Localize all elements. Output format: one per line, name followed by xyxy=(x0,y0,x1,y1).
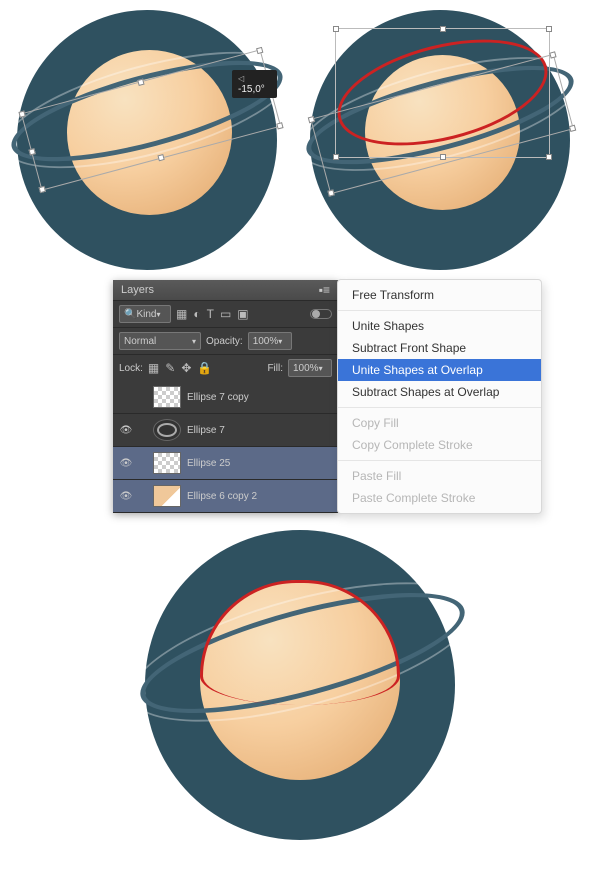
menu-item[interactable]: Subtract Front Shape xyxy=(338,337,541,359)
menu-item: Paste Complete Stroke xyxy=(338,487,541,509)
panel-menu-icon[interactable]: ▪≡ xyxy=(319,286,330,294)
layer-thumbnail[interactable] xyxy=(153,419,181,441)
context-menu: Free Transform Unite ShapesSubtract Front… xyxy=(337,279,542,514)
layer-list: Ellipse 7 copy 👁 Ellipse 7 👁 Ellipse 25 👁 Elli… xyxy=(113,381,338,513)
filter-type-icon[interactable]: T xyxy=(207,307,214,321)
fill-select[interactable]: 100% ▾ xyxy=(288,359,332,377)
opacity-label: Opacity: xyxy=(206,336,243,347)
panel-title-bar[interactable]: Layers ▪≡ xyxy=(113,280,338,300)
handle-n[interactable] xyxy=(137,79,144,86)
visibility-icon[interactable]: 👁 xyxy=(119,425,133,436)
menu-item[interactable]: Unite Shapes xyxy=(338,315,541,337)
menu-item: Paste Fill xyxy=(338,465,541,487)
filter-smart-icon[interactable]: ▣ xyxy=(237,307,248,321)
visibility-icon[interactable]: 👁 xyxy=(119,458,133,469)
layer-thumbnail[interactable] xyxy=(153,386,181,408)
handle-nw[interactable] xyxy=(18,110,25,117)
layer-name: Ellipse 6 copy 2 xyxy=(187,491,257,502)
opacity-select[interactable]: 100% ▾ xyxy=(248,332,292,350)
layers-panel: Layers ▪≡ 🔍 Kind ▾ ▦ ◐ T ▭ ▣ Normal ▾ Op… xyxy=(113,280,338,513)
filter-icons: ▦ ◐ T ▭ ▣ xyxy=(176,307,249,321)
fill-label: Fill: xyxy=(267,363,283,374)
menu-item[interactable]: Free Transform xyxy=(338,284,541,306)
layer-row[interactable]: 👁 Ellipse 25 xyxy=(113,447,338,480)
handle-nw[interactable] xyxy=(333,26,339,32)
blend-mode-select[interactable]: Normal ▾ xyxy=(119,332,201,350)
filter-shape-icon[interactable]: ▭ xyxy=(220,307,231,321)
menu-item[interactable]: Unite Shapes at Overlap xyxy=(338,359,541,381)
handle-se[interactable] xyxy=(276,122,283,129)
filter-kind-select[interactable]: 🔍 Kind ▾ xyxy=(119,305,171,323)
menu-separator xyxy=(338,310,541,311)
lock-all-icon[interactable]: 🔒 xyxy=(197,361,212,375)
lock-label: Lock: xyxy=(119,363,143,374)
visibility-icon[interactable]: 👁 xyxy=(119,491,133,502)
filter-row: 🔍 Kind ▾ ▦ ◐ T ▭ ▣ xyxy=(113,300,338,327)
lock-row: Lock: ▦ ✎ ✥ 🔒 Fill: 100% ▾ xyxy=(113,354,338,381)
layer-name: Ellipse 25 xyxy=(187,458,230,469)
layer-row[interactable]: 👁 Ellipse 7 xyxy=(113,414,338,447)
filter-toggle[interactable] xyxy=(310,309,332,319)
planet-artboard-2 xyxy=(310,10,570,270)
layer-name: Ellipse 7 xyxy=(187,425,225,436)
menu-item: Copy Fill xyxy=(338,412,541,434)
layer-thumbnail[interactable] xyxy=(153,485,181,507)
lock-paint-icon[interactable]: ✎ xyxy=(165,361,175,375)
handle-ne[interactable] xyxy=(549,51,556,58)
handle-se[interactable] xyxy=(569,125,576,132)
lock-trans-icon[interactable]: ▦ xyxy=(148,361,159,375)
layer-name: Ellipse 7 copy xyxy=(187,392,249,403)
panel-title: Layers xyxy=(121,284,154,296)
handle-nw[interactable] xyxy=(308,116,315,123)
handle-se[interactable] xyxy=(546,154,552,160)
planet-artboard-1: -15,0° xyxy=(17,10,277,270)
handle-n[interactable] xyxy=(440,26,446,32)
angle-tooltip: -15,0° xyxy=(232,70,277,98)
filter-pixel-icon[interactable]: ▦ xyxy=(176,307,187,321)
menu-item: Copy Complete Stroke xyxy=(338,434,541,456)
menu-separator xyxy=(338,460,541,461)
handle-w[interactable] xyxy=(29,148,36,155)
lock-move-icon[interactable]: ✥ xyxy=(181,361,191,375)
menu-separator xyxy=(338,407,541,408)
layer-row[interactable]: Ellipse 7 copy xyxy=(113,381,338,414)
layer-row[interactable]: 👁 Ellipse 6 copy 2 xyxy=(113,480,338,513)
filter-adjust-icon[interactable]: ◐ xyxy=(193,307,200,321)
blend-row: Normal ▾ Opacity: 100% ▾ xyxy=(113,327,338,354)
planet-artboard-3 xyxy=(145,530,455,840)
menu-item[interactable]: Subtract Shapes at Overlap xyxy=(338,381,541,403)
handle-ne[interactable] xyxy=(546,26,552,32)
layer-thumbnail[interactable] xyxy=(153,452,181,474)
